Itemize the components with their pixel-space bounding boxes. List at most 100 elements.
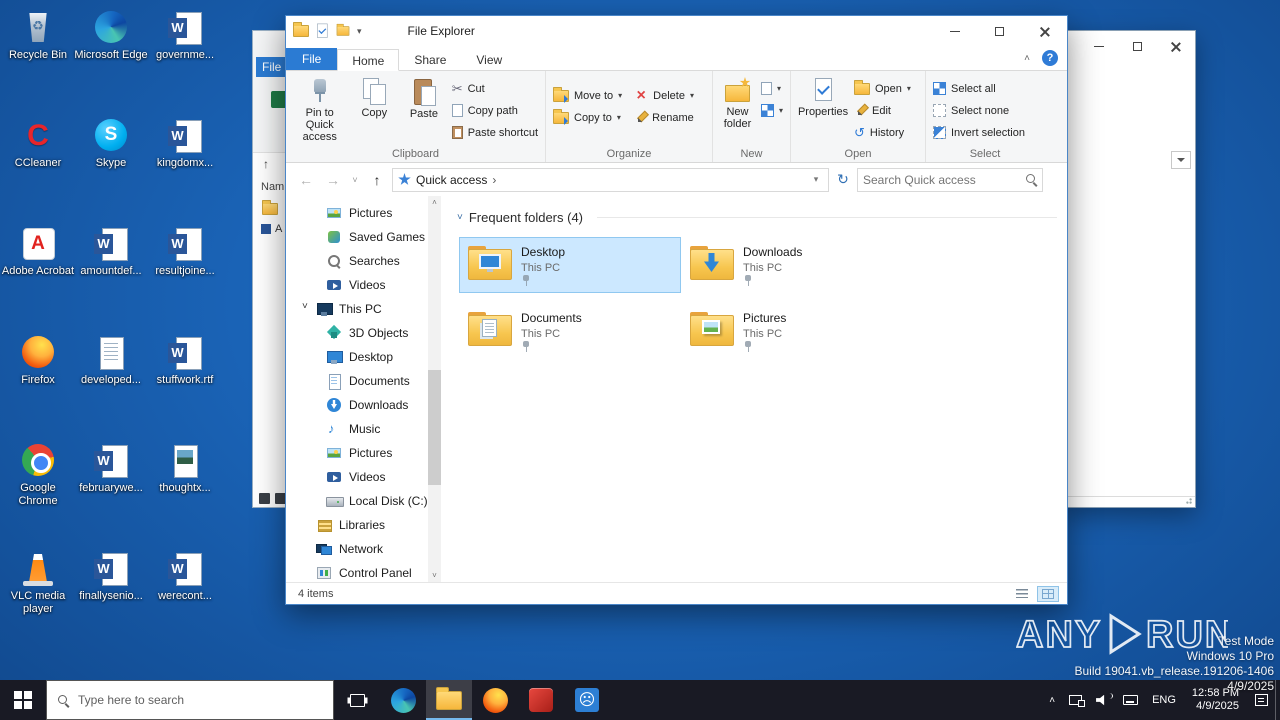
- sidebar-item-libraries[interactable]: Libraries: [286, 513, 441, 537]
- sidebar-item-local-disk-c[interactable]: Local Disk (C:): [286, 489, 441, 513]
- qat-new-folder-icon[interactable]: [336, 23, 350, 36]
- taskbar-red-app-button[interactable]: [518, 680, 564, 720]
- desktop-icon-resultjoine-doc[interactable]: resultjoine...: [148, 226, 222, 278]
- close-button[interactable]: [1022, 16, 1067, 46]
- sidebar-item-network[interactable]: Network: [286, 537, 441, 561]
- desktop-icon-governme-doc[interactable]: governme...: [148, 10, 222, 62]
- sidebar-item-pictures[interactable]: Pictures: [286, 201, 441, 225]
- desktop-icon-werecont-doc[interactable]: werecont...: [148, 551, 222, 603]
- background-list-item[interactable]: A: [261, 223, 282, 235]
- maximize-button[interactable]: [1118, 32, 1156, 60]
- copy-to-button[interactable]: Copy to ▾: [550, 108, 625, 127]
- search-box[interactable]: [857, 167, 1043, 192]
- taskbar-file-explorer-button[interactable]: [426, 680, 472, 720]
- sidebar-item-music[interactable]: Music: [286, 417, 441, 441]
- delete-button[interactable]: × Delete ▾: [631, 86, 697, 105]
- rename-button[interactable]: Rename: [631, 108, 697, 127]
- taskbar-sad-face-app-button[interactable]: ☹: [564, 680, 610, 720]
- tab-share[interactable]: Share: [399, 48, 461, 70]
- sidebar-scrollbar[interactable]: ˄ ˅: [428, 196, 441, 582]
- paste-button[interactable]: Paste: [399, 74, 449, 123]
- copy-button[interactable]: Copy: [350, 74, 400, 122]
- desktop-icon-google-chrome[interactable]: Google Chrome: [1, 443, 75, 508]
- details-view-button[interactable]: [1011, 586, 1033, 602]
- close-button[interactable]: [1156, 32, 1194, 60]
- folder-tile-downloads[interactable]: Downloads This PC: [681, 237, 903, 293]
- background-up-icon[interactable]: ↑: [263, 157, 269, 171]
- qat-customize-dropdown[interactable]: ▾: [357, 26, 362, 37]
- tab-file[interactable]: File: [286, 48, 338, 70]
- history-button[interactable]: ↺ History: [851, 123, 914, 142]
- hidden-icons-button[interactable]: ˄: [1042, 680, 1062, 720]
- cut-button[interactable]: ✂ Cut: [449, 79, 541, 98]
- clock[interactable]: 12:58 PM 4/9/2025: [1183, 680, 1248, 720]
- sidebar-item-saved-games[interactable]: Saved Games: [286, 225, 441, 249]
- collapse-section-icon[interactable]: ˅: [457, 212, 463, 223]
- refresh-button[interactable]: ↻: [832, 169, 854, 191]
- sidebar-item-videos[interactable]: Videos: [286, 273, 441, 297]
- address-dropdown[interactable]: ▾: [807, 174, 825, 185]
- search-input[interactable]: [863, 172, 1022, 187]
- show-desktop-button[interactable]: [1275, 680, 1280, 720]
- desktop-icon-vlc[interactable]: VLC media player: [1, 551, 75, 616]
- sidebar-item-downloads[interactable]: Downloads: [286, 393, 441, 417]
- new-item-button[interactable]: ▾: [758, 79, 786, 98]
- scroll-down-icon[interactable]: ˅: [432, 571, 437, 580]
- folder-tile-documents[interactable]: Documents This PC: [459, 303, 681, 359]
- desktop-icon-microsoft-edge[interactable]: Microsoft Edge: [74, 10, 148, 62]
- new-folder-button[interactable]: New folder: [717, 74, 758, 133]
- title-bar[interactable]: ▾ File Explorer: [286, 16, 1067, 46]
- scroll-up-icon[interactable]: ˄: [432, 198, 437, 207]
- task-view-button[interactable]: [334, 680, 380, 720]
- desktop-icon-developed-doc[interactable]: developed...: [74, 335, 148, 387]
- maximize-button[interactable]: [977, 16, 1022, 46]
- desktop-icon-februarywe-doc[interactable]: februarywe...: [74, 443, 148, 495]
- volume-button[interactable]: [1089, 680, 1116, 720]
- sidebar-item-control-panel[interactable]: Control Panel: [286, 561, 441, 585]
- recent-locations-dropdown[interactable]: ˅: [348, 175, 362, 185]
- address-bar[interactable]: Quick access › ▾: [392, 167, 829, 192]
- sidebar-item-3d-objects[interactable]: 3D Objects: [286, 321, 441, 345]
- properties-button[interactable]: Properties: [795, 74, 851, 121]
- desktop-icon-thoughtx-image[interactable]: thoughtx...: [148, 443, 222, 495]
- thumbnails-view-button[interactable]: [1037, 585, 1059, 602]
- collapse-ribbon-button[interactable]: ˄: [1024, 53, 1030, 64]
- start-button[interactable]: [0, 680, 46, 720]
- background-dropdown[interactable]: [1171, 151, 1191, 169]
- desktop-icon-finallysenio-doc[interactable]: finallysenio...: [74, 551, 148, 603]
- sidebar-item-this-pc[interactable]: ˅ This PC: [286, 297, 441, 321]
- touch-keyboard-button[interactable]: [1116, 680, 1145, 720]
- invert-selection-button[interactable]: Invert selection: [930, 123, 1028, 142]
- minimize-button[interactable]: [932, 16, 977, 46]
- breadcrumb-chevron-icon[interactable]: ›: [492, 173, 496, 187]
- paste-shortcut-button[interactable]: Paste shortcut: [449, 123, 541, 142]
- desktop-icon-firefox[interactable]: Firefox: [1, 335, 75, 387]
- desktop-icon-skype[interactable]: Skype: [74, 118, 148, 170]
- sidebar-item-searches[interactable]: Searches: [286, 249, 441, 273]
- minimize-button[interactable]: [1080, 32, 1118, 60]
- sidebar-item-desktop[interactable]: Desktop: [286, 345, 441, 369]
- tab-home[interactable]: Home: [337, 49, 400, 71]
- help-button[interactable]: ?: [1042, 50, 1058, 66]
- qat-properties-icon[interactable]: [316, 23, 328, 39]
- select-none-button[interactable]: Select none: [930, 101, 1028, 120]
- background-file-tab[interactable]: File: [256, 57, 285, 77]
- scrollbar-thumb[interactable]: [428, 369, 441, 486]
- language-button[interactable]: ENG: [1145, 680, 1183, 720]
- easy-access-button[interactable]: ▾: [758, 101, 786, 120]
- sidebar-item-videos-pc[interactable]: Videos: [286, 465, 441, 489]
- desktop-icon-ccleaner[interactable]: CCleaner: [1, 118, 75, 170]
- action-center-button[interactable]: [1248, 680, 1275, 720]
- move-to-button[interactable]: Move to ▾: [550, 86, 625, 105]
- breadcrumb-quick-access[interactable]: Quick access: [416, 173, 487, 187]
- up-button[interactable]: ↑: [365, 168, 389, 192]
- select-all-button[interactable]: Select all: [930, 79, 1028, 98]
- desktop-icon-stuffwork-rtf[interactable]: stuffwork.rtf: [148, 335, 222, 387]
- background-name-column-header[interactable]: Nam: [261, 181, 284, 193]
- desktop-icon-recycle-bin[interactable]: Recycle Bin: [1, 10, 75, 62]
- forward-button[interactable]: →: [321, 168, 345, 192]
- back-button[interactable]: ←: [294, 168, 318, 192]
- desktop-icon-adobe-acrobat[interactable]: Adobe Acrobat: [1, 226, 75, 278]
- frequent-folders-header[interactable]: ˅ Frequent folders (4): [457, 210, 1057, 225]
- folder-tile-pictures[interactable]: Pictures This PC: [681, 303, 903, 359]
